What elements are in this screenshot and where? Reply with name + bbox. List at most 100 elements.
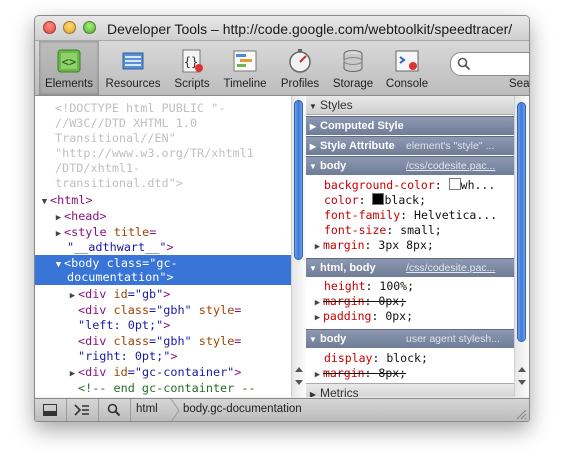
dock-button[interactable]: [35, 399, 67, 421]
tab-console[interactable]: Console: [381, 41, 433, 95]
color-swatch[interactable]: [372, 193, 385, 205]
rule-header-body[interactable]: ▼ body/css/codesite.pac...: [306, 156, 514, 175]
css-property-overridden[interactable]: ▶ margin: 0px;: [312, 294, 406, 309]
resources-icon: [122, 52, 144, 70]
search-icon: [457, 57, 471, 71]
dom-tree-scroll-thumb[interactable]: [294, 100, 303, 260]
svg-text:<>: <>: [62, 55, 76, 69]
disclosure-expanded-icon: ▼: [309, 102, 317, 111]
doctype-line: Transitional//EN": [55, 131, 176, 145]
css-property[interactable]: display: block;: [324, 351, 428, 366]
scroll-up-arrow-icon[interactable]: [518, 367, 526, 372]
console-toggle-button[interactable]: [67, 399, 99, 421]
panel-toolbar: <> Elements Resources {} Scripts Timelin…: [35, 41, 529, 96]
console-icon: [395, 50, 419, 72]
scroll-up-arrow-icon[interactable]: [295, 367, 303, 372]
dom-node-body-selected[interactable]: ▼ <body class="gc-: [53, 256, 178, 271]
zoom-window-button[interactable]: [83, 21, 96, 34]
dom-node-body-cont: documentation">: [67, 270, 174, 284]
css-property[interactable]: background-color: wh...: [324, 178, 495, 193]
css-property[interactable]: color: black;: [324, 193, 426, 208]
disclosure-collapsed-icon[interactable]: ▶: [53, 211, 64, 226]
timeline-icon: [233, 50, 257, 72]
tab-timeline-label: Timeline: [223, 78, 267, 90]
elements-icon: <>: [57, 49, 81, 73]
dom-node-div-gbh-left[interactable]: <div class="gbh" style=: [78, 303, 241, 318]
tab-elements[interactable]: <> Elements: [39, 41, 99, 95]
dom-node-head[interactable]: ▶ <head>: [53, 209, 107, 224]
tab-profiles[interactable]: Profiles: [275, 41, 325, 95]
dom-node-html[interactable]: ▼ <html>: [39, 193, 93, 208]
dom-node-style[interactable]: ▶ <style title=: [53, 225, 157, 242]
dom-node-comment: <!-- end gc-containter --: [78, 381, 256, 395]
doctype-line: transitional.dtd">: [55, 176, 183, 190]
disclosure-expanded-icon: ▼: [309, 162, 317, 171]
title-bar: Developer Tools – http://code.google.com…: [35, 16, 529, 41]
disclosure-collapsed-icon[interactable]: ▶: [312, 368, 323, 383]
disclosure-expanded-icon: ▼: [309, 264, 317, 273]
disclosure-expanded-icon[interactable]: ▼: [53, 258, 64, 273]
breadcrumb-separator: [170, 399, 180, 421]
inspect-element-button[interactable]: [99, 399, 131, 421]
disclosure-collapsed-icon[interactable]: ▶: [53, 227, 64, 242]
disclosure-collapsed-icon: ▶: [309, 390, 317, 397]
disclosure-expanded-icon[interactable]: ▼: [39, 195, 50, 210]
disclosure-collapsed-icon: ▶: [309, 122, 317, 131]
tab-storage-label: Storage: [332, 78, 374, 90]
dom-node-div-gbh-right[interactable]: <div class="gbh" style=: [78, 334, 241, 349]
breadcrumb-html[interactable]: html: [136, 403, 158, 415]
styles-scroll-thumb[interactable]: [517, 102, 526, 342]
resize-grip-icon[interactable]: [515, 408, 527, 420]
dom-node-div-gc-container[interactable]: ▶ <div id="gc-container">: [67, 365, 242, 382]
devtools-window: Developer Tools – http://code.google.com…: [34, 15, 530, 422]
doctype-line: /DTD/xhtml1-: [55, 161, 141, 175]
css-property[interactable]: font-size: small;: [324, 223, 442, 238]
css-property[interactable]: ▶ padding: 0px;: [312, 309, 413, 324]
breadcrumb-body[interactable]: body.gc-documentation: [183, 403, 302, 415]
disclosure-collapsed-icon[interactable]: ▶: [312, 240, 323, 255]
tab-storage[interactable]: Storage: [327, 41, 379, 95]
search-field[interactable]: [450, 52, 529, 76]
dom-node-div-gbh-right-cont: "right: 0pt;">: [78, 349, 178, 363]
tab-resources-label: Resources: [105, 78, 161, 90]
css-property[interactable]: ▶ margin: 3px 8px;: [312, 238, 434, 253]
css-property[interactable]: height: 100%;: [324, 279, 414, 294]
dom-tree-panel[interactable]: <!DOCTYPE html PUBLIC "- //W3C//DTD XHTM…: [35, 96, 306, 397]
rule-source-link[interactable]: /css/codesite.pac...: [406, 157, 495, 175]
dom-tree-scrollbar[interactable]: [291, 96, 306, 397]
styles-sidebar: ▼ Styles ▶ Computed Style ▶ Style Attribute…: [306, 96, 514, 397]
disclosure-collapsed-icon[interactable]: ▶: [67, 367, 78, 382]
tab-console-label: Console: [385, 78, 429, 90]
style-attribute-header[interactable]: ▶ Style Attribute element's "style" ...: [306, 136, 514, 155]
scroll-down-arrow-icon[interactable]: [518, 380, 526, 385]
tab-scripts-label: Scripts: [174, 78, 210, 90]
disclosure-collapsed-icon[interactable]: ▶: [312, 311, 323, 326]
color-swatch[interactable]: [448, 178, 461, 190]
dock-icon: [43, 404, 57, 416]
scripts-icon: {}: [182, 49, 203, 73]
profiles-icon: [289, 49, 311, 73]
computed-style-header[interactable]: ▶ Computed Style: [306, 116, 514, 135]
rule-header-html-body[interactable]: ▼ html, body/css/codesite.pac...: [306, 258, 514, 277]
disclosure-collapsed-icon: ▶: [309, 142, 317, 151]
styles-scrollbar[interactable]: [514, 96, 529, 397]
css-property-overridden[interactable]: ▶ margin: 8px;: [312, 366, 406, 381]
styles-pane-header[interactable]: ▼ Styles: [306, 96, 514, 115]
rule-header-body-user-agent[interactable]: ▼ body user agent stylesh...: [306, 329, 514, 348]
disclosure-collapsed-icon[interactable]: ▶: [67, 289, 78, 304]
console-prompt-icon: [74, 404, 89, 416]
status-bar: html body.gc-documentation: [35, 398, 529, 421]
storage-icon: [343, 50, 363, 72]
rule-source-link[interactable]: /css/codesite.pac...: [406, 259, 495, 277]
tab-scripts[interactable]: {} Scripts: [167, 41, 217, 95]
dom-node-div-gb[interactable]: ▶ <div id="gb">: [67, 287, 171, 304]
tab-timeline[interactable]: Timeline: [219, 41, 271, 95]
css-property[interactable]: font-family: Helvetica...: [324, 208, 497, 223]
close-window-button[interactable]: [43, 21, 56, 34]
metrics-header[interactable]: ▶ Metrics: [306, 383, 514, 397]
window-title: Developer Tools – http://code.google.com…: [107, 21, 513, 37]
tab-resources[interactable]: Resources: [103, 41, 163, 95]
doctype-line: //W3C//DTD XHTML 1.0: [55, 116, 198, 130]
minimize-window-button[interactable]: [63, 21, 76, 34]
scroll-down-arrow-icon[interactable]: [295, 380, 303, 385]
